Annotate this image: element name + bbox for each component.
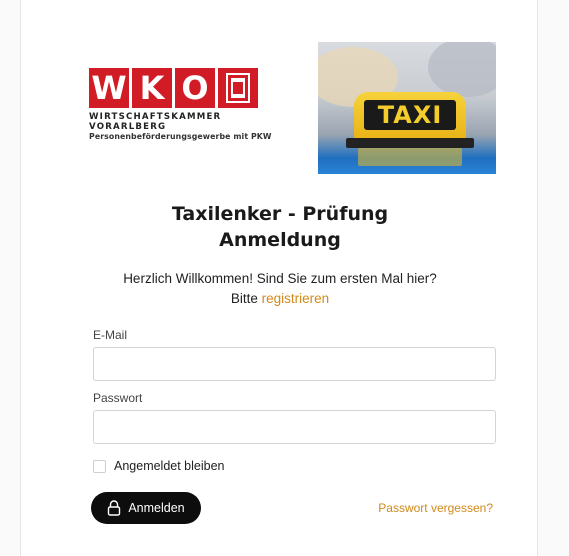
lock-icon	[108, 500, 121, 516]
wko-name: WIRTSCHAFTSKAMMER VORARLBERG	[89, 112, 222, 132]
wko-logo-boxes: W K O	[89, 68, 295, 108]
password-field[interactable]	[93, 410, 496, 444]
welcome-message: Herzlich Willkommen! Sind Sie zum ersten…	[21, 269, 539, 309]
register-prefix: Bitte	[230, 291, 258, 306]
welcome-text: Herzlich Willkommen! Sind Sie zum ersten…	[123, 271, 437, 286]
page-subtitle: Anmeldung	[219, 229, 341, 251]
email-label: E-Mail	[93, 328, 128, 342]
wko-letter-w: W	[89, 68, 129, 108]
login-button-label: Anmelden	[128, 501, 185, 515]
login-button[interactable]: Anmelden	[91, 492, 201, 524]
taxi-sign: TAXI	[354, 92, 466, 140]
register-prompt: Bitte registrieren	[21, 289, 539, 309]
vorarlberg-crest-icon	[218, 68, 258, 108]
brand-header: W K O WIRTSCHAFTSKAMMER VORARLBERG Perso…	[89, 42, 496, 174]
remember-checkbox[interactable]	[93, 459, 106, 473]
login-card: W K O WIRTSCHAFTSKAMMER VORARLBERG Perso…	[20, 0, 538, 556]
email-field[interactable]	[93, 347, 496, 381]
password-label: Passwort	[93, 391, 143, 405]
forgot-password-link[interactable]: Passwort vergessen?	[378, 501, 493, 515]
taxi-sign-text: TAXI	[364, 100, 456, 130]
page-title: Taxilenker - Prüfung	[171, 203, 389, 225]
wko-subtitle: Personenbeförderungsgewerbe mit PKW	[89, 132, 272, 141]
register-link[interactable]: registrieren	[262, 291, 330, 306]
wko-logo: W K O WIRTSCHAFTSKAMMER VORARLBERG Perso…	[89, 68, 295, 148]
wko-letter-k: K	[132, 68, 172, 108]
taxi-photo: TAXI	[318, 42, 496, 174]
remember-label: Angemeldet bleiben	[114, 459, 225, 473]
remember-me[interactable]: Angemeldet bleiben	[93, 459, 225, 473]
wko-letter-o: O	[175, 68, 215, 108]
